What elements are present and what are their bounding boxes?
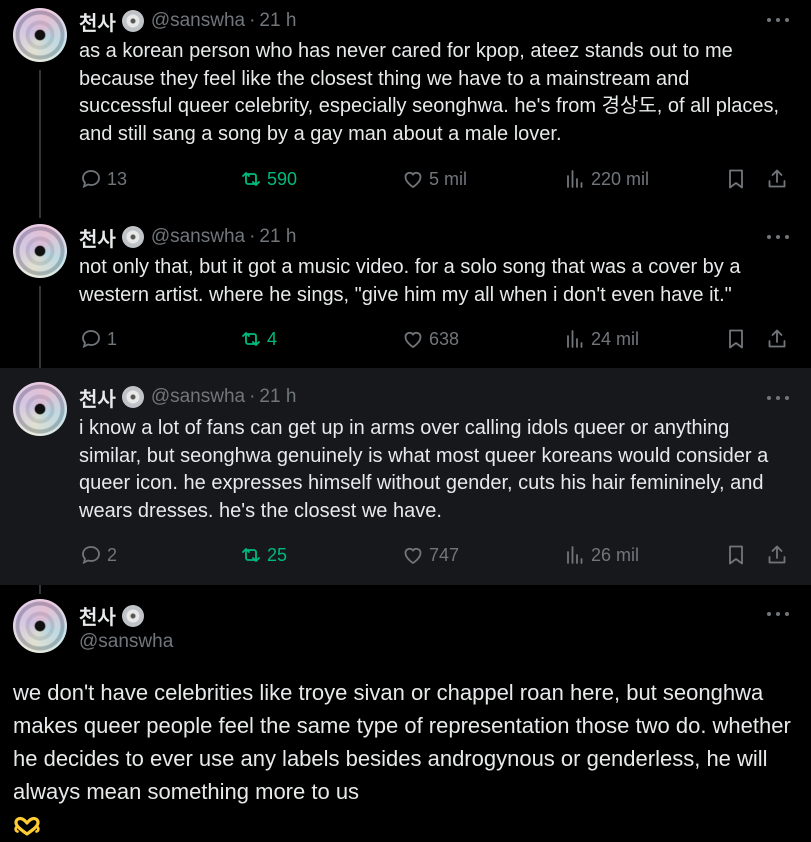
reply-icon <box>82 170 100 189</box>
retweet-button[interactable]: 590 <box>239 166 297 192</box>
heart-icon <box>404 171 422 189</box>
tweet-text: we don't have celebrities like troye siv… <box>13 680 791 804</box>
reply-count: 13 <box>107 168 128 189</box>
more-options-icon[interactable] <box>767 233 789 241</box>
reply-count: 1 <box>107 328 118 349</box>
tweet-actions: 13 590 5 mil 220 mil <box>79 166 791 192</box>
reply-icon <box>82 330 100 349</box>
tweet-header: 천사 @sanswha · 21 h <box>79 223 296 252</box>
view-count: 24 mil <box>591 328 640 349</box>
reply-button[interactable]: 13 <box>79 166 127 192</box>
like-button[interactable]: 747 <box>401 542 459 568</box>
separator: · <box>249 226 256 247</box>
views-button[interactable]: 26 mil <box>563 542 639 568</box>
more-options-icon[interactable] <box>767 610 789 618</box>
profile-badge-icon <box>121 604 144 627</box>
reply-icon <box>82 546 100 565</box>
views-button[interactable]: 24 mil <box>563 326 639 352</box>
avatar[interactable] <box>13 224 67 278</box>
timestamp[interactable]: 21 h <box>259 386 296 408</box>
avatar[interactable] <box>13 382 67 436</box>
timestamp[interactable]: 21 h <box>259 10 296 32</box>
profile-badge-icon <box>121 10 144 32</box>
tweet[interactable]: 천사 @sanswha · 21 h not only that, but it… <box>0 206 811 368</box>
retweet-icon <box>242 332 260 346</box>
share-icon <box>768 545 786 564</box>
tweet-header: 천사 <box>79 601 144 630</box>
share-icon <box>768 329 786 348</box>
retweet-button[interactable]: 4 <box>239 326 277 352</box>
profile-badge-icon <box>121 386 144 408</box>
bookmark-icon <box>729 545 743 565</box>
retweet-icon <box>242 172 260 186</box>
bookmark-icon <box>729 329 743 349</box>
share-icon <box>768 169 786 188</box>
bookmark-button[interactable] <box>724 542 752 568</box>
more-options-icon[interactable] <box>767 394 789 402</box>
bookmark-icon <box>729 169 743 189</box>
tweet-text: not only that, but it got a music video.… <box>79 256 741 306</box>
handle[interactable]: @sanswha <box>151 226 245 248</box>
display-name[interactable]: 천사 <box>79 7 116 36</box>
tweet-text-container: we don't have celebrities like troye siv… <box>13 676 791 841</box>
tweet-header: 천사 @sanswha · 21 h <box>79 383 296 412</box>
handle[interactable]: @sanswha <box>151 10 245 32</box>
retweet-count: 4 <box>267 328 278 349</box>
bookmark-button[interactable] <box>724 166 752 192</box>
tweet-actions: 2 25 747 26 mil <box>79 542 791 568</box>
display-name[interactable]: 천사 <box>79 223 116 252</box>
like-count: 747 <box>429 544 460 565</box>
avatar[interactable] <box>13 8 67 62</box>
tweet-header: 천사 @sanswha · 21 h <box>79 7 296 36</box>
like-count: 5 mil <box>429 168 468 189</box>
avatar[interactable] <box>13 599 67 653</box>
handle[interactable]: @sanswha <box>151 386 245 408</box>
analytics-icon <box>567 170 583 188</box>
view-count: 220 mil <box>591 168 650 189</box>
like-count: 638 <box>429 328 460 349</box>
share-button[interactable] <box>765 326 793 352</box>
tweet-text: i know a lot of fans can get up in arms … <box>79 417 769 522</box>
like-button[interactable]: 638 <box>401 326 459 352</box>
tweet-actions: 1 4 638 24 mil <box>79 326 791 352</box>
heart-icon <box>404 331 422 349</box>
views-button[interactable]: 220 mil <box>563 166 649 192</box>
timestamp[interactable]: 21 h <box>259 226 296 248</box>
retweet-count: 590 <box>267 168 298 189</box>
tweet[interactable]: 천사 @sanswha · 21 h i know a lot of fans … <box>0 368 811 585</box>
heart-hands-emoji-icon <box>14 817 40 836</box>
separator: · <box>249 386 256 407</box>
tweet-text: as a korean person who has never cared f… <box>79 40 780 145</box>
retweet-icon <box>242 548 260 562</box>
display-name[interactable]: 천사 <box>79 383 116 412</box>
share-button[interactable] <box>765 542 793 568</box>
separator: · <box>249 10 256 31</box>
share-button[interactable] <box>765 166 793 192</box>
tweet[interactable]: 천사 @sanswha · 21 h as a korean person wh… <box>0 0 811 206</box>
profile-badge-icon <box>121 226 144 248</box>
reply-button[interactable]: 2 <box>79 542 117 568</box>
retweet-button[interactable]: 25 <box>239 542 287 568</box>
analytics-icon <box>567 330 583 348</box>
heart-icon <box>404 547 422 565</box>
like-button[interactable]: 5 mil <box>401 166 467 192</box>
reply-count: 2 <box>107 544 118 565</box>
retweet-count: 25 <box>267 544 288 565</box>
reply-button[interactable]: 1 <box>79 326 117 352</box>
display-name[interactable]: 천사 <box>79 601 116 630</box>
bookmark-button[interactable] <box>724 326 752 352</box>
analytics-icon <box>567 546 583 564</box>
more-options-icon[interactable] <box>767 16 789 24</box>
view-count: 26 mil <box>591 544 640 565</box>
handle[interactable]: @sanswha <box>79 631 173 653</box>
